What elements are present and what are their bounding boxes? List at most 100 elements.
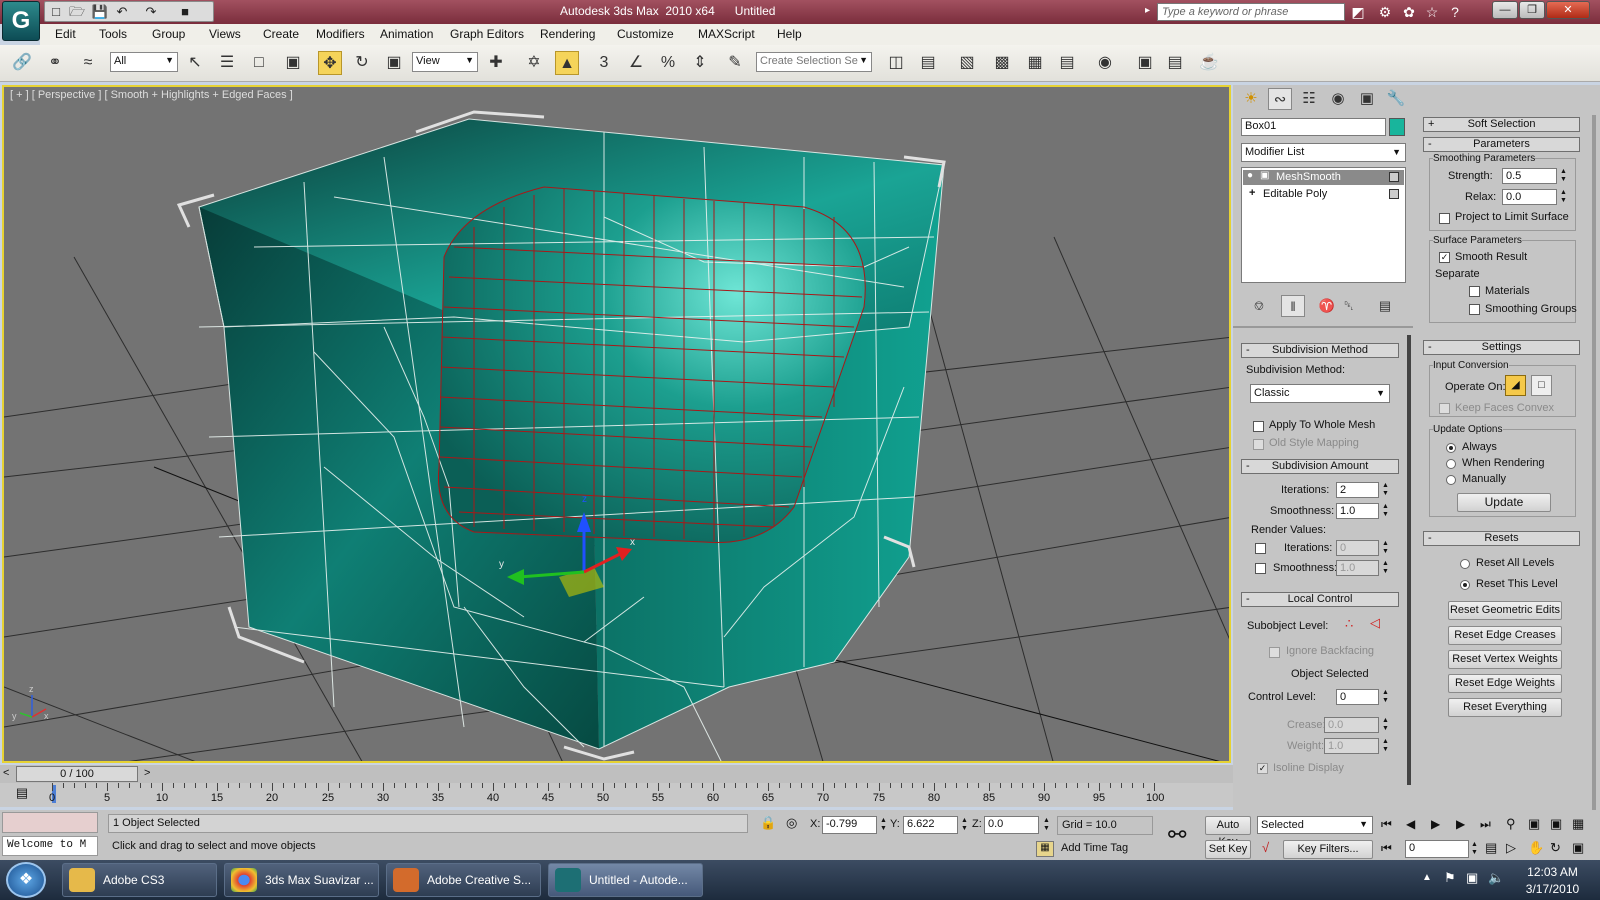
project-limit-surface-checkbox[interactable] <box>1439 213 1450 224</box>
spinner-arrows-icon[interactable]: ▲ ▼ <box>1470 841 1479 857</box>
time-configuration-icon[interactable]: ▤ <box>1485 840 1497 856</box>
auto-key-button[interactable]: Auto Key <box>1205 816 1251 848</box>
layer-manager-icon[interactable]: ▧ <box>955 51 979 75</box>
pan-view-icon[interactable]: ✋ <box>1528 840 1544 856</box>
taskbar-item-3dsmax[interactable]: Untitled - Autode... <box>548 863 703 897</box>
spinner-arrows-icon[interactable]: ▲ ▼ <box>1381 482 1390 498</box>
unlink-icon[interactable]: ⚭ <box>43 51 67 75</box>
taskbar-item-chrome[interactable]: 3ds Max Suavizar ... <box>224 863 379 897</box>
select-and-scale-icon[interactable]: ▣ <box>382 51 406 75</box>
rollout-subdivision-amount[interactable]: - Subdivision Amount <box>1241 459 1399 474</box>
render-iterations-spinner[interactable]: 0 <box>1336 540 1379 556</box>
select-object-icon[interactable]: ↖ <box>183 51 207 75</box>
schematic-view-icon[interactable]: ▤ <box>1055 51 1079 75</box>
redo-icon[interactable]: ↷ <box>142 3 160 20</box>
viewport-label[interactable]: [ + ] [ Perspective ] [ Smooth + Highlig… <box>10 89 293 101</box>
set-key-button[interactable]: Set Key <box>1205 840 1251 859</box>
add-time-tag-button[interactable]: Add Time Tag <box>1057 840 1153 858</box>
time-slider-thumb[interactable]: 0 / 100 <box>16 766 138 782</box>
angle-snap-icon[interactable]: ∠ <box>624 51 648 75</box>
network-icon[interactable]: ▣ <box>1466 870 1478 886</box>
ignore-backfacing-checkbox[interactable] <box>1269 647 1280 658</box>
create-tab-icon[interactable]: ☀ <box>1239 88 1263 110</box>
remove-modifier-icon[interactable]: ␡ <box>1337 295 1361 317</box>
maxscript-listener-mini[interactable] <box>2 812 98 833</box>
apply-whole-mesh-checkbox[interactable] <box>1253 421 1264 432</box>
show-end-result-icon[interactable]: ‖ <box>1281 295 1305 317</box>
rollout-parameters[interactable]: - Parameters <box>1423 137 1580 152</box>
play-icon[interactable]: ▶ <box>1431 817 1440 831</box>
orbit-icon[interactable]: ↻ <box>1550 840 1561 856</box>
operate-on-polygons-icon[interactable]: □ <box>1531 375 1552 396</box>
always-radio[interactable] <box>1446 443 1456 453</box>
hierarchy-tab-icon[interactable]: ☷ <box>1297 88 1321 110</box>
clock-date[interactable]: 3/17/2010 <box>1520 882 1585 896</box>
project-folder-icon[interactable]: ■ <box>176 3 194 20</box>
taskbar-item-adobe-cs3[interactable]: Adobe CS3 <box>62 863 217 897</box>
expand-plus-icon[interactable]: + <box>1249 187 1255 199</box>
zoom-all-icon[interactable]: ▣ <box>1528 816 1540 832</box>
communication-center-icon[interactable]: ✿ <box>1400 3 1418 21</box>
expand-search-icon[interactable]: ▸ <box>1145 5 1150 16</box>
bind-spacewarp-icon[interactable]: ≈ <box>76 51 100 75</box>
smooth-result-checkbox[interactable]: ✓ <box>1439 252 1450 263</box>
manipulate-icon[interactable]: ✡ <box>522 51 546 75</box>
menu-modifiers[interactable]: Modifiers <box>316 27 365 41</box>
weight-spinner[interactable]: 1.0 <box>1324 738 1379 754</box>
menu-rendering[interactable]: Rendering <box>540 27 595 41</box>
configure-modifier-sets-icon[interactable]: ▤ <box>1373 295 1397 317</box>
object-name-field[interactable]: Box01 <box>1241 118 1386 136</box>
spinner-arrows-icon[interactable]: ▲ ▼ <box>1559 168 1568 184</box>
binoculars-icon[interactable]: ◩ <box>1349 3 1367 21</box>
absolute-mode-icon[interactable]: ◎ <box>786 815 797 831</box>
favorites-star-icon[interactable]: ☆ <box>1423 3 1441 21</box>
snaps-toggle-icon[interactable]: 3 <box>592 51 616 75</box>
y-coord-field[interactable]: 6.622 <box>903 816 958 834</box>
rollout-subdivision-method[interactable]: - Subdivision Method <box>1241 343 1399 358</box>
keep-faces-convex-checkbox[interactable] <box>1439 403 1450 414</box>
utilities-tab-icon[interactable]: 🔧 <box>1384 88 1408 110</box>
volume-icon[interactable]: 🔈 <box>1488 870 1504 886</box>
make-unique-icon[interactable]: ♈ <box>1315 295 1339 317</box>
start-button[interactable]: ❖ <box>6 862 46 898</box>
go-to-end-icon[interactable]: ⏭ <box>1480 817 1491 832</box>
manually-radio[interactable] <box>1446 475 1456 485</box>
lightbulb-icon[interactable]: ● <box>1247 170 1253 181</box>
curve-editor-icon[interactable]: ▦ <box>1023 51 1047 75</box>
reset-everything-button[interactable]: Reset Everything <box>1448 698 1562 717</box>
clock-time[interactable]: 12:03 AM <box>1520 865 1585 879</box>
time-tag-icon[interactable]: ▦ <box>1036 841 1054 857</box>
expand-plus-icon[interactable]: ▣ <box>1260 170 1269 181</box>
menu-edit[interactable]: Edit <box>55 27 76 41</box>
mini-curve-editor-icon[interactable]: ▤ <box>12 785 32 803</box>
time-prev-arrow-icon[interactable]: < <box>3 767 9 779</box>
menu-customize[interactable]: Customize <box>617 27 674 41</box>
rollout-soft-selection[interactable]: + Soft Selection <box>1423 117 1580 132</box>
menu-help[interactable]: Help <box>777 27 802 41</box>
material-editor-icon[interactable]: ◉ <box>1093 51 1117 75</box>
spinner-arrows-icon[interactable]: ▲ ▼ <box>1042 817 1051 833</box>
modifier-list-dropdown[interactable]: Modifier List ▼ <box>1241 143 1406 162</box>
rendered-frame-window-icon[interactable]: ▤ <box>1163 51 1187 75</box>
key-filters-button[interactable]: Key Filters... <box>1283 840 1373 859</box>
rollout-resets[interactable]: - Resets <box>1423 531 1580 546</box>
align-icon[interactable]: ▤ <box>916 51 940 75</box>
reset-geometric-edits-button[interactable]: Reset Geometric Edits <box>1448 601 1562 620</box>
taskbar-item-adobe-creative[interactable]: Adobe Creative S... <box>386 863 541 897</box>
smoothness-spinner[interactable]: 1.0 <box>1336 503 1379 519</box>
pivot-point-icon[interactable]: ✚ <box>484 51 508 75</box>
help-icon[interactable]: ? <box>1446 3 1464 21</box>
reset-all-levels-radio[interactable] <box>1460 559 1470 569</box>
select-and-rotate-icon[interactable]: ↻ <box>350 51 374 75</box>
selection-region-icon[interactable]: □ <box>247 51 271 75</box>
maximize-viewport-icon[interactable]: ▣ <box>1572 840 1584 856</box>
link-icon[interactable]: 🔗 <box>10 51 34 75</box>
action-center-icon[interactable]: ⚑ <box>1444 870 1456 886</box>
show-hidden-icons-icon[interactable]: ▲ <box>1422 872 1432 883</box>
pin-stack-icon[interactable]: ⎊ <box>1247 295 1271 317</box>
spinner-arrows-icon[interactable]: ▲ ▼ <box>1381 503 1390 519</box>
x-coord-field[interactable]: -0.799 <box>822 816 877 834</box>
stack-item-editable-poly[interactable]: + Editable Poly <box>1243 187 1404 202</box>
relax-spinner[interactable]: 0.0 <box>1502 189 1557 205</box>
menu-graph-editors[interactable]: Graph Editors <box>450 27 524 41</box>
